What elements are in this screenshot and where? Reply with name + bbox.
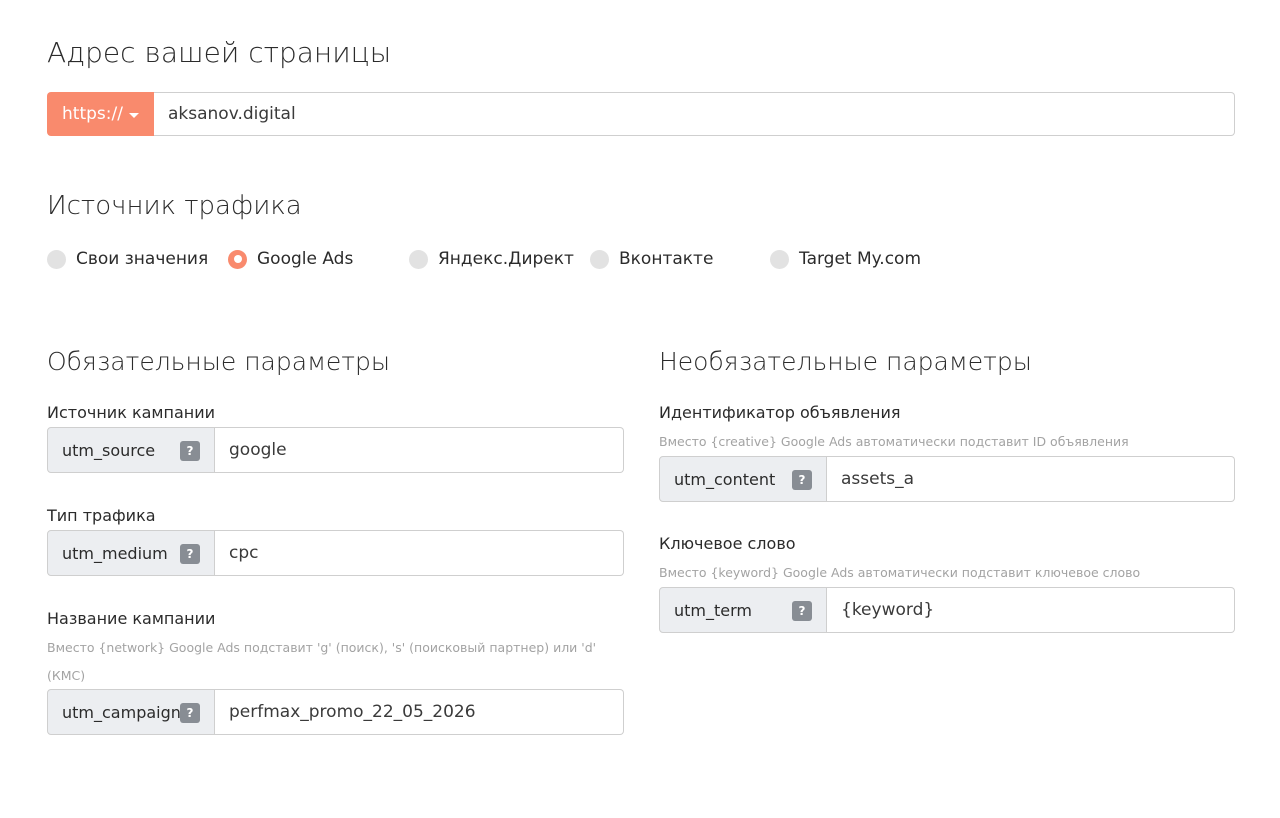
- utm-campaign-input[interactable]: [215, 689, 624, 735]
- radio-google-ads[interactable]: Google Ads: [228, 247, 353, 271]
- radio-off-icon: [409, 249, 428, 269]
- url-input[interactable]: [154, 92, 1235, 136]
- help-icon[interactable]: ?: [180, 441, 200, 461]
- optional-params-title: Необязательные параметры: [659, 347, 1032, 376]
- param-key: utm_term ?: [659, 587, 827, 633]
- traffic-source-title: Источник трафика: [47, 191, 302, 221]
- param-key: utm_medium ?: [47, 530, 215, 576]
- field-hint: Вместо {network} Google Ads подставит 'g…: [47, 640, 597, 683]
- param-key: utm_campaign ?: [47, 689, 215, 735]
- radio-target-mycom[interactable]: Target My.com: [770, 247, 921, 271]
- radio-on-icon: [228, 249, 247, 269]
- field-hint: Вместо {keyword} Google Ads автоматическ…: [659, 565, 1141, 580]
- param-utm-medium: utm_medium ?: [47, 530, 624, 576]
- radio-label: Свои значения: [76, 249, 209, 269]
- param-key-label: utm_content: [674, 469, 776, 489]
- help-icon[interactable]: ?: [180, 703, 200, 723]
- help-icon[interactable]: ?: [180, 544, 200, 564]
- param-utm-source: utm_source ?: [47, 427, 624, 473]
- param-utm-campaign: utm_campaign ?: [47, 689, 624, 735]
- radio-off-icon: [590, 249, 609, 269]
- param-key-label: utm_medium: [62, 543, 168, 563]
- utm-content-input[interactable]: [827, 456, 1235, 502]
- utm-source-input[interactable]: [215, 427, 624, 473]
- field-hint: Вместо {creative} Google Ads автоматичес…: [659, 434, 1129, 449]
- utm-term-input[interactable]: [827, 587, 1235, 633]
- radio-label: Яндекс.Директ: [438, 249, 574, 269]
- required-params-title: Обязательные параметры: [47, 347, 391, 376]
- param-key: utm_source ?: [47, 427, 215, 473]
- param-key-label: utm_campaign: [62, 702, 181, 722]
- url-row: https://: [47, 92, 1235, 136]
- radio-label: Google Ads: [257, 249, 354, 269]
- traffic-source-options: Свои значения Google Ads Яндекс.Директ В…: [47, 247, 1047, 271]
- help-icon[interactable]: ?: [792, 601, 812, 621]
- field-label: Название кампании: [47, 609, 216, 628]
- field-label: Ключевое слово: [659, 534, 796, 553]
- radio-custom-values[interactable]: Свои значения: [47, 247, 208, 271]
- protocol-label: https://: [62, 104, 123, 124]
- radio-off-icon: [770, 249, 789, 269]
- param-key: utm_content ?: [659, 456, 827, 502]
- utm-medium-input[interactable]: [215, 530, 624, 576]
- radio-vkontakte[interactable]: Вконтакте: [590, 247, 713, 271]
- help-icon[interactable]: ?: [792, 470, 812, 490]
- field-label: Источник кампании: [47, 403, 215, 422]
- param-key-label: utm_source: [62, 440, 156, 460]
- param-utm-term: utm_term ?: [659, 587, 1235, 633]
- radio-label: Target My.com: [799, 249, 922, 269]
- caret-down-icon: [128, 112, 139, 118]
- param-key-label: utm_term: [674, 600, 752, 620]
- radio-label: Вконтакте: [619, 249, 714, 269]
- protocol-dropdown[interactable]: https://: [47, 92, 154, 136]
- field-label: Тип трафика: [47, 506, 156, 525]
- radio-off-icon: [47, 249, 66, 269]
- param-utm-content: utm_content ?: [659, 456, 1235, 502]
- page-title: Адрес вашей страницы: [47, 36, 392, 69]
- radio-yandex-direct[interactable]: Яндекс.Директ: [409, 247, 574, 271]
- field-label: Идентификатор объявления: [659, 403, 901, 422]
